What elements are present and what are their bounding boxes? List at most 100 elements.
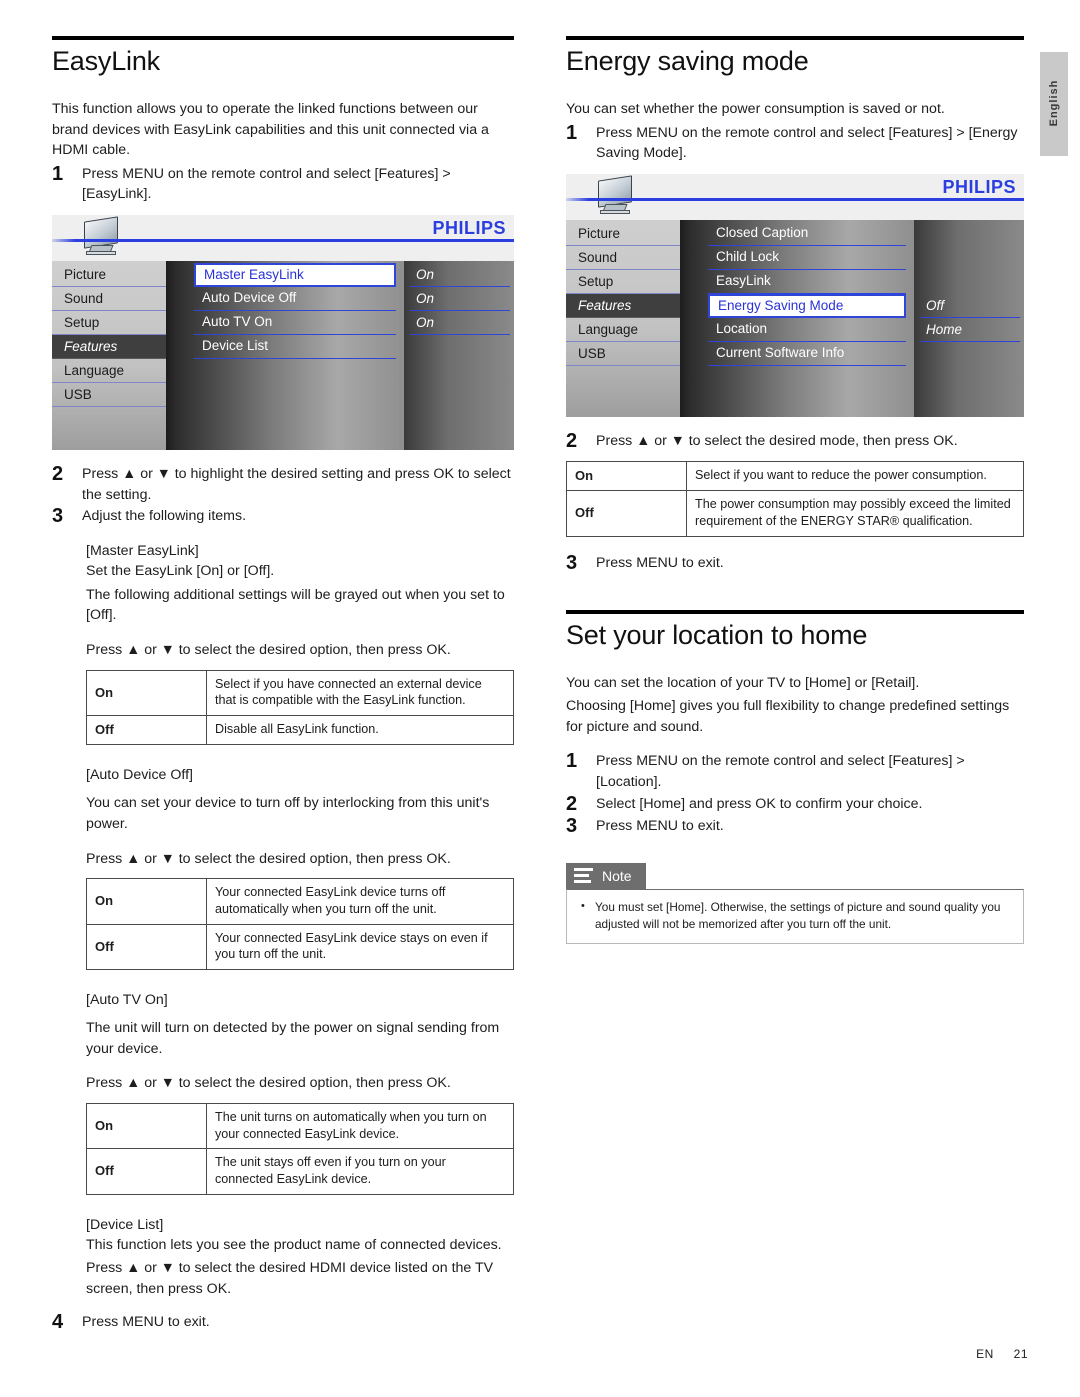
osd-menu-list: Master EasyLink Auto Device Off Auto TV …	[166, 261, 404, 451]
option-desc: Disable all EasyLink function.	[206, 715, 514, 746]
osd-header: PHILIPS	[566, 173, 1024, 220]
option-key: Off	[86, 923, 207, 971]
table-row: Off Disable all EasyLink function.	[86, 715, 514, 746]
osd-value-auto-device-off: On	[410, 287, 510, 312]
osd-sidebar-item-setup[interactable]: Setup	[52, 311, 166, 336]
osd-sidebar-item-sound[interactable]: Sound	[566, 246, 680, 270]
table-row: Off Your connected EasyLink device stays…	[86, 923, 514, 971]
auto-tv-on-heading: [Auto TV On]	[86, 992, 168, 1009]
location-intro-2: Choosing [Home] gives you full flexibili…	[566, 698, 1010, 735]
option-key: On	[86, 878, 207, 925]
osd-menu-item-easylink[interactable]: EasyLink	[708, 270, 906, 294]
osd-sidebar-item-language[interactable]: Language	[566, 318, 680, 342]
easylink-step-2: 2 Press ▲ or ▼ to highlight the desired …	[52, 464, 514, 505]
section-rule	[52, 36, 514, 40]
auto-device-off-press: Press ▲ or ▼ to select the desired optio…	[86, 850, 451, 867]
osd-value-easylink	[920, 270, 1020, 294]
easylink-step-4: 4 Press MENU to exit.	[52, 1310, 514, 1333]
osd-divider	[52, 239, 514, 243]
option-desc: The unit stays off even if you turn on y…	[206, 1148, 514, 1195]
auto-tv-on-options-table: On The unit turns on automatically when …	[86, 1102, 514, 1195]
osd-menu-item-auto-device-off[interactable]: Auto Device Off	[194, 287, 396, 312]
tv-icon	[592, 175, 638, 218]
location-intro-1: You can set the location of your TV to […	[566, 674, 920, 691]
master-easylink-options-table: On Select if you have connected an exter…	[86, 669, 514, 746]
osd-sidebar-item-setup[interactable]: Setup	[566, 270, 680, 294]
option-key: Off	[566, 490, 687, 537]
section-rule	[566, 609, 1024, 614]
osd-menu-item-closed-caption[interactable]: Closed Caption	[708, 222, 906, 246]
energy-step-1: 1 Press MENU on the remote control and s…	[566, 122, 1024, 164]
table-row: Off The unit stays off even if you turn …	[86, 1148, 514, 1195]
osd-sidebar-item-sound[interactable]: Sound	[52, 287, 166, 312]
master-easylink-line2: The following additional settings will b…	[86, 586, 505, 624]
footer-page-number: 21	[1013, 1347, 1028, 1361]
step-text: Press MENU to exit.	[596, 817, 724, 834]
osd-menu-item-master-easylink[interactable]: Master EasyLink	[194, 263, 396, 288]
auto-device-off-line1: You can set your device to turn off by i…	[86, 795, 490, 832]
osd-sidebar-item-language[interactable]: Language	[52, 359, 166, 384]
osd-menu-item-device-list[interactable]: Device List	[194, 335, 396, 360]
option-desc: Select if you want to reduce the power c…	[686, 460, 1024, 492]
osd-menu-item-current-software-info[interactable]: Current Software Info	[708, 342, 906, 366]
manual-page: English EasyLink This function allows yo…	[0, 0, 1080, 1397]
osd-sidebar-item-picture[interactable]: Picture	[52, 263, 166, 288]
tv-icon	[78, 216, 124, 259]
language-tab-label: English	[1048, 79, 1060, 127]
option-key: Off	[86, 1148, 207, 1195]
note-item: You must set [Home]. Otherwise, the sett…	[581, 899, 1011, 933]
osd-sidebar: Picture Sound Setup Features Language US…	[566, 219, 680, 417]
osd-value-energy-saving-mode: Off	[920, 294, 1020, 318]
table-row: On The unit turns on automatically when …	[86, 1102, 514, 1150]
option-key: Off	[86, 715, 207, 746]
energy-step-3: 3 Press MENU to exit.	[566, 552, 1024, 574]
osd-menu-list: Closed Caption Child Lock EasyLink Energ…	[680, 219, 914, 417]
language-tab: English	[1040, 52, 1068, 156]
osd-menu-item-energy-saving-mode[interactable]: Energy Saving Mode	[708, 293, 906, 318]
easylink-step-1: 1 Press MENU on the remote control and s…	[52, 163, 514, 205]
page-title-easylink: EasyLink	[52, 46, 160, 76]
osd-value-current-software-info	[920, 342, 1020, 366]
osd-divider	[566, 197, 1024, 201]
option-desc: The unit turns on automatically when you…	[206, 1102, 514, 1150]
osd-sidebar-item-features[interactable]: Features	[52, 335, 166, 360]
step-number: 2	[566, 429, 578, 452]
option-key: On	[86, 669, 207, 717]
osd-sidebar-item-usb[interactable]: USB	[52, 383, 166, 408]
osd-value-master-easylink: On	[410, 263, 510, 288]
step-number: 4	[52, 1310, 64, 1333]
osd-value-auto-tv-on: On	[410, 311, 510, 336]
page-footer: EN 21	[976, 1347, 1028, 1361]
osd-sidebar-item-picture[interactable]: Picture	[566, 222, 680, 246]
osd-sidebar-item-usb[interactable]: USB	[566, 342, 680, 366]
auto-device-off-heading: [Auto Device Off]	[86, 767, 193, 784]
step-number: 2	[52, 463, 64, 486]
step-number: 3	[566, 814, 578, 837]
page-title-set-location: Set your location to home	[566, 619, 868, 650]
option-key: On	[86, 1102, 207, 1150]
step-number: 2	[566, 792, 578, 815]
section-rule	[566, 36, 1024, 40]
step-text: Press MENU on the remote control and sel…	[596, 753, 965, 790]
auto-tv-on-line1: The unit will turn on detected by the po…	[86, 1020, 500, 1057]
option-key: On	[566, 460, 687, 492]
table-row: On Your connected EasyLink device turns …	[86, 878, 514, 925]
osd-menu-item-location[interactable]: Location	[708, 318, 906, 342]
master-easylink-heading: [Master EasyLink]	[86, 543, 199, 560]
osd-menu-item-auto-tv-on[interactable]: Auto TV On	[194, 311, 396, 336]
osd-body: Picture Sound Setup Features Language US…	[52, 261, 514, 451]
step-text: Press ▲ or ▼ to highlight the desired se…	[82, 466, 511, 503]
osd-header: PHILIPS	[52, 215, 514, 262]
table-row: On Select if you want to reduce the powe…	[566, 460, 1024, 492]
step-text: Press ▲ or ▼ to select the desired mode,…	[596, 432, 958, 449]
easylink-step-3: 3 Adjust the following items.	[52, 506, 514, 527]
osd-value-child-lock	[920, 246, 1020, 270]
osd-screenshot-easylink: PHILIPS Picture Sound Setup Features Lan…	[52, 215, 514, 451]
device-list-heading: [Device List]	[86, 1216, 164, 1233]
option-desc: Your connected EasyLink device stays on …	[206, 923, 514, 971]
step-number: 3	[52, 505, 64, 528]
master-easylink-press: Press ▲ or ▼ to select the desired optio…	[86, 641, 451, 658]
energy-step-2: 2 Press ▲ or ▼ to select the desired mod…	[566, 429, 1024, 452]
osd-menu-item-child-lock[interactable]: Child Lock	[708, 246, 906, 270]
osd-sidebar-item-features[interactable]: Features	[566, 293, 680, 318]
